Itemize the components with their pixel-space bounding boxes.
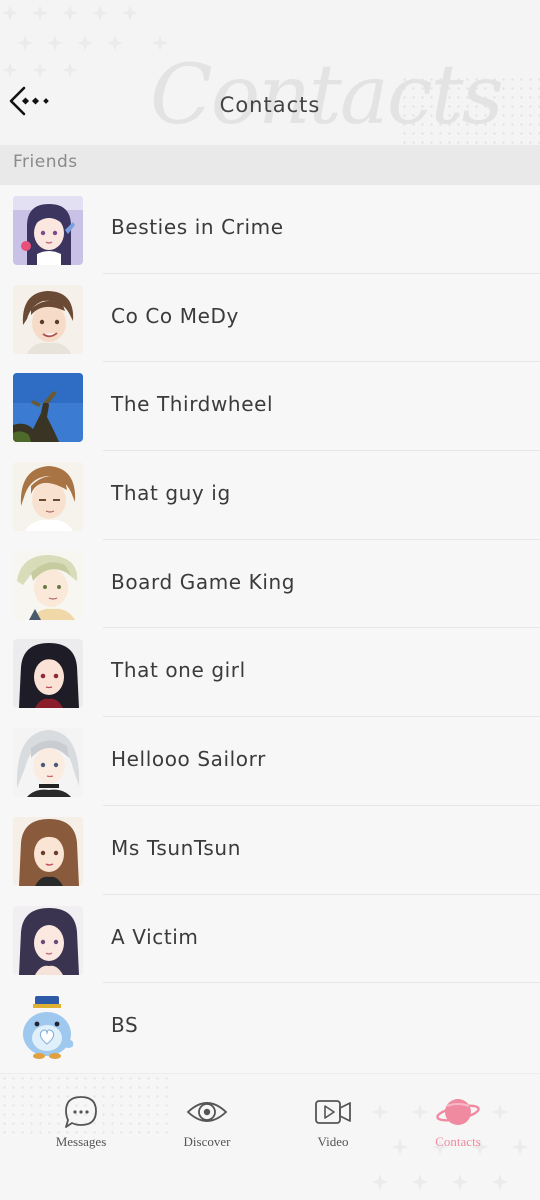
tab-label: Discover — [183, 1134, 231, 1149]
contact-list-item[interactable]: Hellooo Sailorr — [0, 717, 540, 806]
contact-name: A Victim — [111, 924, 199, 949]
contact-name: That one girl — [111, 658, 246, 683]
contact-list-item[interactable]: A Victim — [0, 895, 540, 984]
brown-haired-girl-avatar — [13, 816, 83, 886]
statue-sky-avatar — [13, 373, 83, 443]
blue-bird-mascot-avatar — [13, 994, 83, 1064]
group-chat-avatar — [13, 196, 83, 265]
contact-name: Besties in Crime — [111, 215, 284, 239]
contact-name: BS — [111, 1013, 139, 1038]
black-haired-girl-avatar — [13, 639, 83, 709]
contact-list: Besties in Crime Co Co MeDy The Thirdwhe… — [0, 185, 540, 1072]
contact-name: Hellooo Sailorr — [111, 747, 266, 772]
planet-icon — [436, 1099, 480, 1125]
video-camera-icon — [315, 1100, 351, 1124]
contact-name: The Thirdwheel — [111, 392, 274, 417]
eye-icon — [186, 1102, 228, 1122]
contact-name: Ms TsunTsun — [111, 835, 241, 860]
contact-list-item[interactable]: That guy ig — [0, 451, 540, 540]
tab-discover[interactable]: Discover — [157, 1092, 257, 1152]
section-header-friends: Friends — [0, 145, 540, 185]
contact-list-item[interactable]: Ms TsunTsun — [0, 806, 540, 895]
light-brown-haired-man-avatar — [13, 462, 83, 532]
brown-haired-man-avatar — [13, 284, 83, 354]
dark-haired-girl-avatar — [13, 905, 83, 975]
contact-name: Board Game King — [111, 569, 296, 594]
contact-list-item[interactable]: That one girl — [0, 628, 540, 718]
contact-list-item[interactable]: The Thirdwheel — [0, 362, 540, 452]
silver-haired-girl-avatar — [13, 728, 83, 798]
bottom-tab-bar: Messages Discover Video Contacts — [0, 1073, 540, 1200]
contact-list-item[interactable]: Board Game King — [0, 540, 540, 629]
contact-list-item[interactable]: BS — [0, 983, 540, 1072]
chat-bubble-icon — [65, 1096, 97, 1128]
contact-list-item[interactable]: Co Co MeDy — [0, 274, 540, 363]
top-header: Contacts Contacts — [0, 0, 540, 145]
tab-label: Messages — [55, 1134, 107, 1149]
tab-video[interactable]: Video — [283, 1092, 383, 1152]
tab-messages[interactable]: Messages — [31, 1092, 131, 1152]
tab-label: Contacts — [435, 1134, 481, 1149]
tab-contacts[interactable]: Contacts — [408, 1092, 508, 1152]
blonde-man-avatar — [13, 550, 83, 620]
contact-list-item[interactable]: Besties in Crime — [0, 185, 540, 274]
tab-label: Video — [317, 1134, 349, 1149]
page-title: Contacts — [219, 93, 321, 117]
contact-name: That guy ig — [111, 481, 231, 506]
contact-name: Co Co MeDy — [111, 303, 239, 328]
